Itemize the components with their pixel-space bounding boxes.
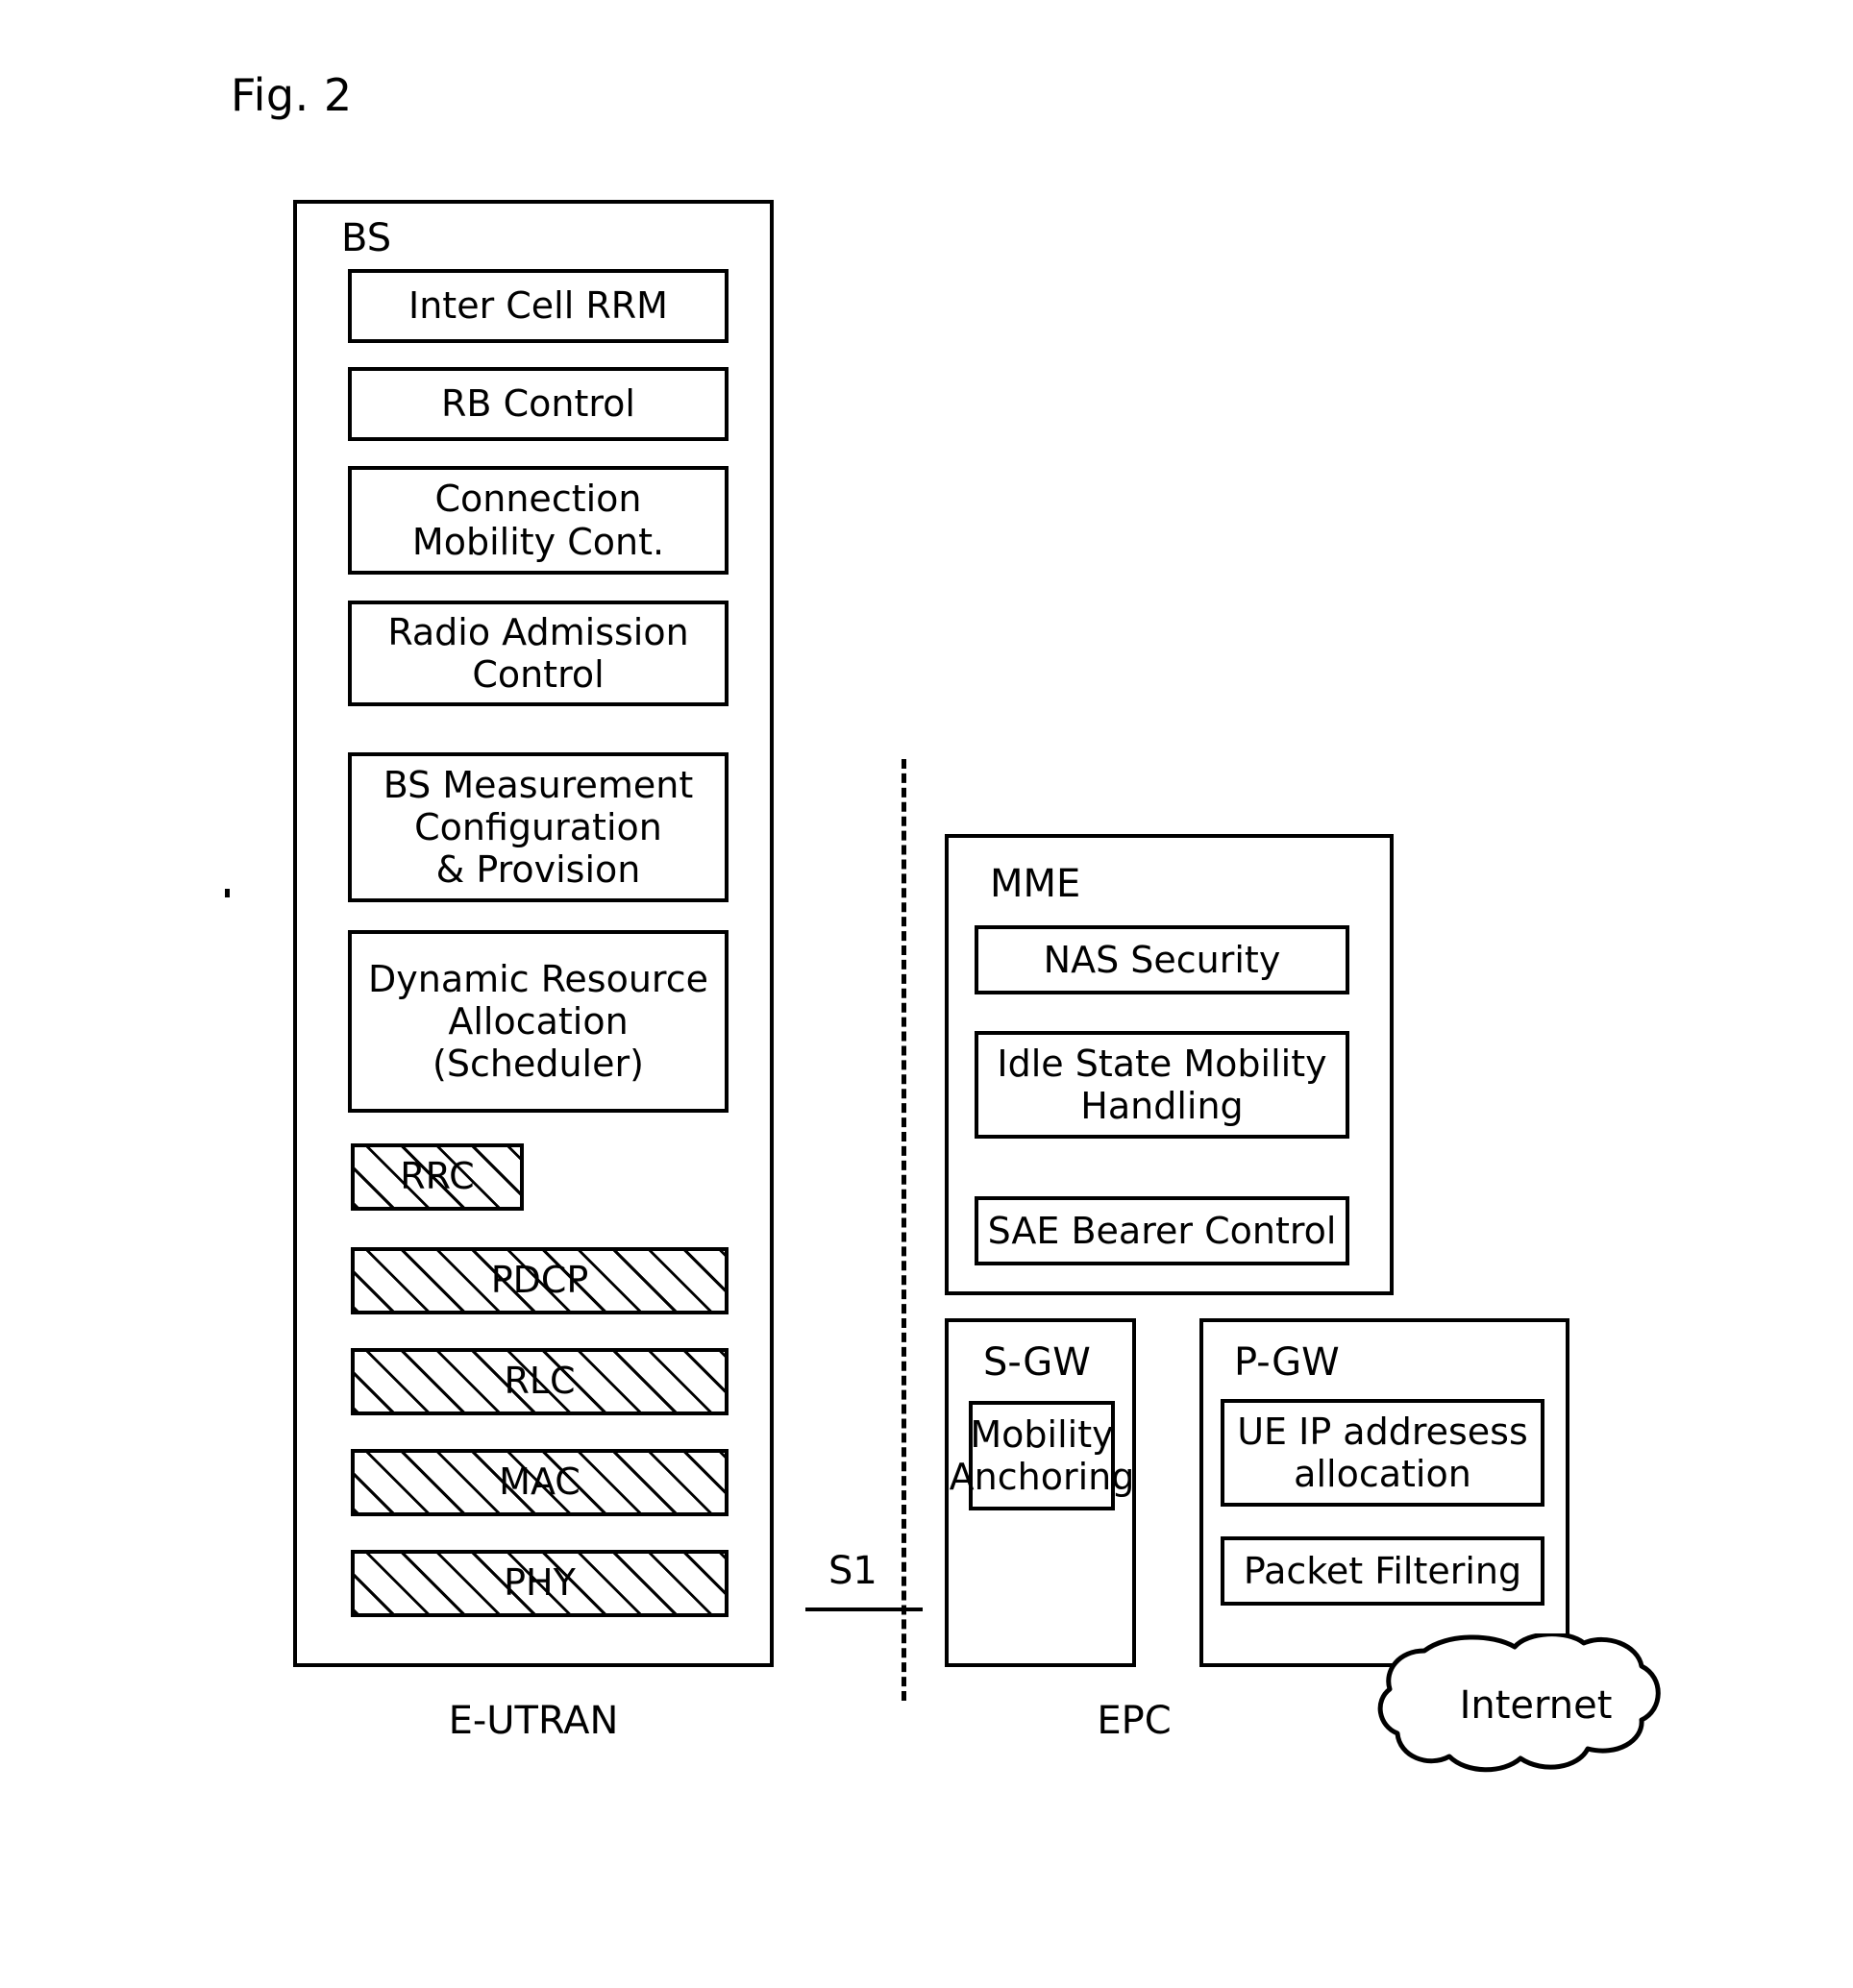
mme-function-idle-state-mobility-handling[interactable]: Idle State Mobility Handling [975,1031,1349,1139]
e-utran-epc-divider [902,759,906,1701]
epc-caption: EPC [1097,1699,1172,1743]
figure-label: Fig. 2 [231,69,353,121]
bs-protocol-label: RRC [400,1155,475,1198]
pgw-function-packet-filtering[interactable]: Packet Filtering [1221,1536,1544,1606]
mme-function-nas-security[interactable]: NAS Security [975,925,1349,994]
bs-function-label-line3: & Provision [435,848,641,892]
sgw-title: S-GW [983,1340,1091,1385]
bs-function-dynamic-resource-allocation-scheduler[interactable]: Dynamic Resource Allocation (Scheduler) [348,930,729,1113]
pgw-function-label-line2: allocation [1294,1453,1471,1495]
s1-interface-label: S1 [828,1549,877,1593]
pgw-title: P-GW [1234,1340,1340,1385]
bs-function-radio-admission-control[interactable]: Radio Admission Control [348,601,729,706]
pgw-function-ue-ip-address-allocation[interactable]: UE IP addresess allocation [1221,1399,1544,1507]
mme-title: MME [990,862,1081,906]
bs-function-label-line2: Mobility Cont. [411,520,665,563]
bs-function-connection-mobility-cont[interactable]: Connection Mobility Cont. [348,466,729,575]
mme-function-label-line1: Idle State Mobility [997,1042,1327,1085]
s1-interface-line [805,1608,923,1611]
sgw-function-label-line1: Mobility [970,1412,1114,1456]
bs-function-label-line1: Dynamic Resource [368,957,708,1000]
bs-protocol-label: MAC [499,1460,581,1504]
e-utran-caption: E-UTRAN [448,1699,619,1743]
bs-protocol-label: PDCP [490,1259,589,1302]
sgw-function-mobility-anchoring[interactable]: Mobility Anchoring [950,1401,1134,1510]
bs-protocol-rlc[interactable]: RLC [351,1348,729,1415]
bs-function-label-line2: Control [472,653,605,696]
bs-protocol-label: RLC [504,1360,576,1403]
bs-function-rb-control[interactable]: RB Control [348,367,729,441]
bs-function-label-line3: (Scheduler) [432,1043,644,1086]
bs-function-label-line2: Allocation [448,999,629,1043]
internet-label: Internet [1459,1683,1613,1728]
bs-function-label-line1: BS Measurement [383,763,694,806]
bs-function-label: RB Control [441,382,635,426]
bs-protocol-pdcp[interactable]: PDCP [351,1247,729,1314]
bs-function-bs-measurement-configuration-provision[interactable]: BS Measurement Configuration & Provision [348,752,729,902]
bs-function-inter-cell-rrm[interactable]: Inter Cell RRM [348,269,729,343]
bs-protocol-phy[interactable]: PHY [351,1550,729,1617]
bs-protocol-mac[interactable]: MAC [351,1449,729,1516]
bs-function-label-line1: Connection [434,478,642,521]
bs-protocol-label: PHY [504,1561,576,1605]
figure-page: Fig. 2 BS Inter Cell RRM RB Control Conn… [0,0,1853,1988]
bs-function-label: Inter Cell RRM [408,284,668,328]
scan-speck [225,889,230,897]
pgw-function-label: Packet Filtering [1243,1549,1522,1592]
bs-title: BS [341,216,392,260]
mme-function-sae-bearer-control[interactable]: SAE Bearer Control [975,1196,1349,1265]
mme-function-label: NAS Security [1043,938,1281,981]
bs-protocol-rrc[interactable]: RRC [351,1143,524,1211]
sgw-function-label-line2: Anchoring [949,1456,1135,1498]
mme-function-label: SAE Bearer Control [987,1209,1337,1252]
bs-function-label-line1: Radio Admission [387,610,689,653]
mme-function-label-line2: Handling [1080,1085,1244,1127]
pgw-function-label-line1: UE IP addresess [1237,1410,1528,1453]
bs-function-label-line2: Configuration [414,805,662,848]
